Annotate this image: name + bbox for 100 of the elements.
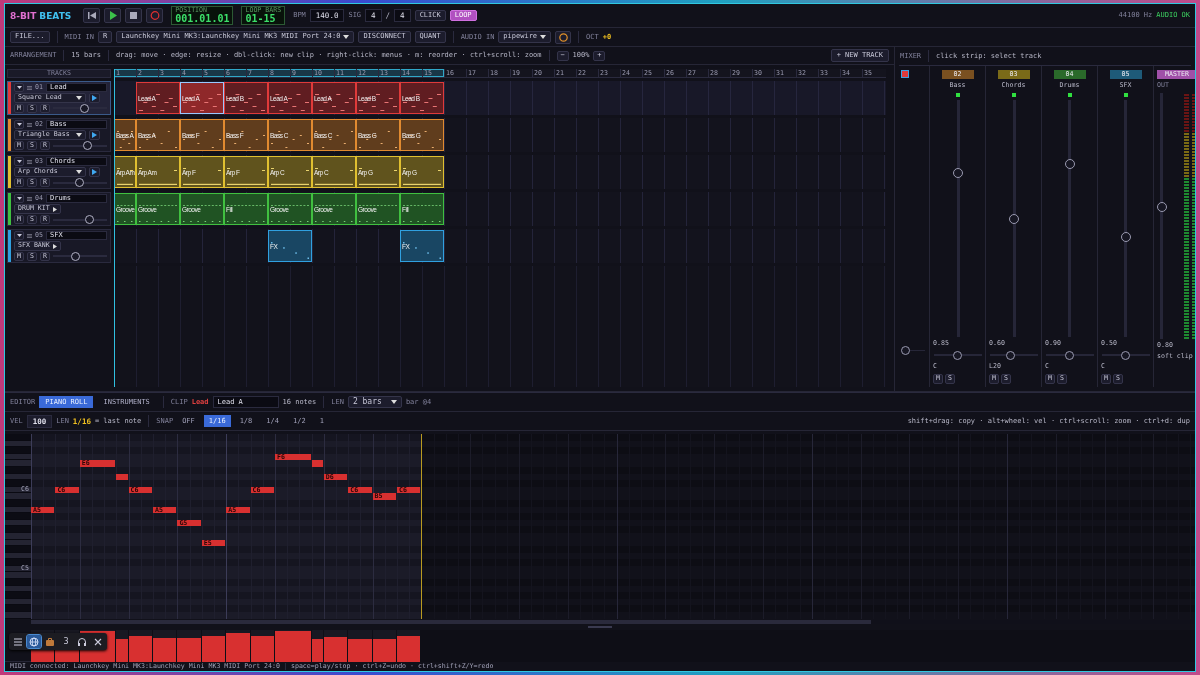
- fader-thumb[interactable]: [952, 168, 963, 179]
- pan-slider[interactable]: [1045, 351, 1094, 361]
- note-pattern-drawing: [227, 205, 265, 222]
- slider-thumb[interactable]: [71, 252, 81, 261]
- piano-key[interactable]: [5, 559, 31, 566]
- drag-handle-icon: [27, 85, 32, 90]
- slider-thumb[interactable]: [83, 141, 93, 150]
- volume-slider[interactable]: [53, 104, 107, 113]
- menu-icon: [13, 636, 23, 647]
- note-pattern-drawing: [403, 205, 441, 222]
- fader-thumb[interactable]: [1008, 213, 1019, 224]
- preview-button[interactable]: [89, 93, 100, 103]
- note-block[interactable]: [116, 473, 128, 481]
- caret-icon: [390, 400, 397, 404]
- caret-icon: [343, 35, 350, 39]
- fader-thumb[interactable]: [1120, 231, 1131, 242]
- note-pattern-drawing: [403, 242, 441, 259]
- globe-icon: [29, 636, 39, 647]
- velocity-bar[interactable]: [323, 636, 348, 662]
- fader-thumb[interactable]: [1157, 201, 1167, 212]
- record-button[interactable]: [146, 8, 164, 23]
- pan-slider[interactable]: [1101, 351, 1150, 361]
- briefcase-icon: [45, 636, 55, 647]
- note-pattern-drawing: [359, 205, 397, 222]
- drag-handle-icon: [27, 122, 32, 127]
- collapse-button[interactable]: [14, 157, 24, 166]
- caret-icon: [16, 86, 22, 89]
- note-pattern-drawing: [359, 94, 397, 111]
- stop-button[interactable]: [125, 8, 143, 23]
- scrollbar-thumb[interactable]: [31, 619, 871, 624]
- drag-handle-icon: [27, 233, 32, 238]
- slider-thumb[interactable]: [1121, 351, 1130, 361]
- slider-thumb[interactable]: [1005, 351, 1015, 361]
- caret-icon: [52, 206, 57, 212]
- preview-button[interactable]: [89, 130, 100, 140]
- volume-slider[interactable]: [53, 215, 107, 224]
- note-pattern-drawing: [271, 168, 309, 185]
- caret-icon: [76, 133, 82, 137]
- slider-thumb[interactable]: [80, 104, 89, 113]
- velocity-bar[interactable]: [128, 636, 152, 662]
- slider-thumb[interactable]: [75, 178, 85, 187]
- skip-back-button[interactable]: [83, 8, 101, 23]
- headphones-icon: [77, 636, 87, 647]
- input-monitor-button[interactable]: [555, 30, 572, 44]
- preview-button[interactable]: [89, 167, 100, 177]
- velocity-bar[interactable]: [397, 636, 421, 662]
- collapse-button[interactable]: [14, 231, 24, 240]
- count-button[interactable]: 3: [59, 635, 73, 648]
- note-block[interactable]: [311, 460, 323, 467]
- note-pattern-drawing: [117, 168, 133, 185]
- globe-button[interactable]: [27, 635, 41, 648]
- play-icon: [92, 95, 97, 101]
- play-icon: [92, 132, 97, 138]
- play-button[interactable]: [104, 8, 122, 23]
- note-pattern-drawing: [183, 168, 221, 185]
- note-pattern-drawing: [117, 205, 133, 222]
- caret-icon: [76, 170, 82, 174]
- note-pattern-drawing: [139, 131, 177, 148]
- piano-key[interactable]: [5, 480, 31, 487]
- drag-handle-icon: [27, 159, 32, 164]
- record-icon: [149, 11, 160, 20]
- app-logo: 8-BIT BEATS: [10, 10, 72, 21]
- slider-thumb[interactable]: [952, 351, 962, 361]
- note-pattern-drawing: [315, 205, 353, 222]
- briefcase-button[interactable]: [43, 635, 57, 648]
- slider-thumb[interactable]: [1065, 351, 1074, 361]
- collapse-button[interactable]: [14, 194, 24, 203]
- headphones-button[interactable]: [75, 635, 89, 648]
- note-pattern-drawing: [271, 131, 309, 148]
- volume-slider[interactable]: [53, 252, 107, 261]
- caret-icon: [16, 160, 22, 163]
- slider-thumb[interactable]: [901, 346, 910, 355]
- caret-icon: [76, 96, 82, 100]
- velocity-bar[interactable]: [153, 637, 177, 662]
- caret-icon: [540, 35, 547, 39]
- velocity-bar[interactable]: [250, 636, 274, 662]
- slider-thumb[interactable]: [84, 215, 94, 224]
- note-pattern-drawing: [139, 168, 177, 185]
- velocity-bar[interactable]: [201, 635, 226, 662]
- velocity-bar[interactable]: [372, 639, 396, 662]
- collapse-button[interactable]: [14, 83, 24, 92]
- menu-button[interactable]: [11, 635, 25, 648]
- caret-icon: [16, 123, 22, 126]
- velocity-bar[interactable]: [177, 637, 201, 662]
- pan-slider[interactable]: [933, 351, 982, 361]
- splitter-handle[interactable]: [588, 625, 612, 628]
- length-dropdown[interactable]: 2 bars: [347, 395, 402, 409]
- pan-slider[interactable]: [989, 351, 1038, 361]
- note-pattern-drawing: [315, 94, 353, 111]
- volume-slider[interactable]: [53, 141, 107, 150]
- collapse-button[interactable]: [14, 120, 24, 129]
- fader-thumb[interactable]: [1064, 159, 1075, 169]
- volume-slider[interactable]: [53, 178, 107, 187]
- velocity-bar[interactable]: [311, 638, 323, 662]
- caret-icon: [16, 197, 22, 200]
- note-pattern-drawing: [183, 205, 221, 222]
- skip-back-icon: [86, 11, 97, 20]
- note-pattern-drawing: [359, 131, 397, 148]
- display-value: 01-15: [245, 13, 277, 24]
- play-icon: [92, 169, 97, 175]
